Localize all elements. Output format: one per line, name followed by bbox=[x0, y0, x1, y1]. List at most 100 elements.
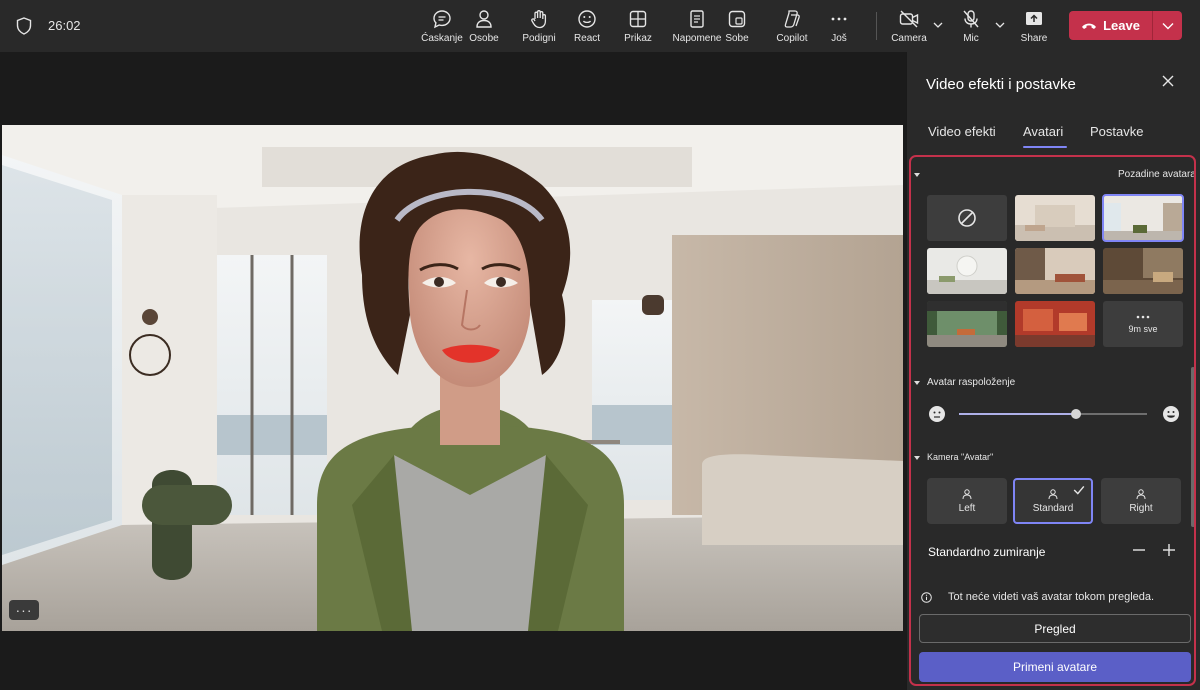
copilot-label: Copilot bbox=[776, 33, 808, 44]
close-icon[interactable] bbox=[1161, 74, 1175, 88]
leave-button[interactable]: Leave bbox=[1069, 11, 1152, 40]
camera-left-button[interactable]: Left bbox=[927, 478, 1007, 524]
chevron-down-icon bbox=[1162, 22, 1173, 29]
more-dots-icon bbox=[831, 17, 847, 21]
meeting-timer: 26:02 bbox=[48, 18, 81, 33]
camera-right-button[interactable]: Right bbox=[1101, 478, 1181, 524]
tab-video-effects[interactable]: Video efekti bbox=[928, 124, 996, 139]
preview-button[interactable]: Pregled bbox=[919, 614, 1191, 643]
view-button[interactable]: Prikaz bbox=[623, 6, 653, 48]
collapse-caret-icon[interactable] bbox=[914, 381, 920, 385]
none-icon bbox=[958, 209, 976, 227]
camera-button[interactable]: Camera bbox=[891, 6, 927, 48]
camera-left-label: Left bbox=[958, 503, 976, 514]
mood-slider-fill bbox=[959, 413, 1076, 415]
collapse-caret-icon[interactable] bbox=[914, 173, 920, 177]
background-tile[interactable] bbox=[927, 248, 1007, 294]
camera-standard-button[interactable]: Standard bbox=[1013, 478, 1093, 524]
leave-label: Leave bbox=[1103, 18, 1140, 33]
no-background-tile[interactable] bbox=[927, 195, 1007, 241]
notes-icon bbox=[690, 10, 704, 28]
person-camera-icon bbox=[1136, 489, 1146, 500]
mood-slider-thumb[interactable] bbox=[1070, 409, 1081, 419]
rooms-button[interactable]: Sobe bbox=[724, 6, 750, 48]
rooms-label: Sobe bbox=[725, 33, 749, 44]
neutral-face-icon bbox=[929, 406, 945, 422]
video-more-options-button[interactable]: ··· bbox=[9, 600, 39, 620]
hang-up-icon bbox=[1082, 23, 1097, 29]
meeting-toolbar: 26:02 Ćaskanje Osobe Podigni React Prika… bbox=[0, 0, 1200, 52]
zoom-in-icon[interactable] bbox=[1162, 543, 1176, 557]
panel-scrollbar[interactable] bbox=[1191, 367, 1194, 527]
background-thumbnail bbox=[1015, 195, 1095, 241]
see-all-label: 9m sve bbox=[1128, 324, 1158, 334]
people-button[interactable]: Osobe bbox=[468, 6, 500, 48]
background-tile[interactable] bbox=[1103, 248, 1183, 294]
person-camera-icon bbox=[1048, 489, 1058, 500]
people-label: Osobe bbox=[469, 33, 499, 44]
info-icon bbox=[921, 591, 932, 603]
mood-slider[interactable] bbox=[959, 409, 1147, 419]
rooms-icon bbox=[728, 10, 746, 28]
copilot-button[interactable]: Copilot bbox=[773, 6, 811, 48]
notes-button[interactable]: Napomene bbox=[672, 6, 722, 48]
info-text: Tot neće videti vaš avatar tokom pregled… bbox=[948, 591, 1155, 603]
toolbar-divider bbox=[876, 12, 877, 40]
copilot-icon bbox=[784, 10, 800, 28]
background-tile[interactable] bbox=[1015, 248, 1095, 294]
share-label: Share bbox=[1020, 33, 1048, 44]
camera-title: Kamera "Avatar" bbox=[927, 452, 994, 462]
meeting-stage: ··· bbox=[0, 52, 906, 690]
tab-avatars[interactable]: Avatari bbox=[1023, 124, 1063, 139]
leave-options-button[interactable] bbox=[1153, 11, 1182, 40]
video-effects-panel: Video efekti i postavke Video efekti Ava… bbox=[906, 52, 1200, 690]
background-tile-selected[interactable] bbox=[1102, 194, 1184, 242]
zoom-out-icon[interactable] bbox=[1132, 543, 1146, 557]
chat-label: Ćaskanje bbox=[421, 33, 463, 44]
background-tile[interactable] bbox=[1015, 195, 1095, 241]
notes-label: Napomene bbox=[672, 33, 722, 44]
more-dots-icon bbox=[1136, 315, 1150, 319]
people-icon bbox=[476, 10, 492, 28]
tab-settings[interactable]: Postavke bbox=[1090, 124, 1143, 139]
backgrounds-title: Pozadine avatara bbox=[1118, 169, 1196, 180]
background-tile[interactable] bbox=[927, 301, 1007, 347]
background-thumbnail bbox=[927, 301, 1007, 347]
see-all-backgrounds-button[interactable]: 9m sve bbox=[1103, 301, 1183, 347]
raise-hand-button[interactable]: Podigni bbox=[521, 6, 557, 48]
more-label: Još bbox=[831, 33, 847, 44]
react-label: React bbox=[573, 33, 601, 44]
background-thumbnail bbox=[1015, 248, 1095, 294]
camera-options-chevron-icon[interactable] bbox=[933, 20, 943, 30]
react-button[interactable]: React bbox=[572, 6, 602, 48]
chat-icon bbox=[433, 10, 451, 29]
mic-options-chevron-icon[interactable] bbox=[995, 20, 1005, 30]
camera-label: Camera bbox=[891, 33, 927, 44]
avatar-settings-section: Pozadine avatara 9m sve Avatar raspolože… bbox=[909, 155, 1196, 686]
view-label: Prikaz bbox=[624, 33, 652, 44]
mic-label: Mic bbox=[963, 33, 979, 44]
mic-off-icon bbox=[963, 10, 979, 28]
active-tab-indicator bbox=[1023, 146, 1067, 148]
collapse-caret-icon[interactable] bbox=[914, 456, 920, 460]
share-icon bbox=[1026, 12, 1042, 25]
background-thumbnail bbox=[1103, 195, 1183, 241]
avatar-video-feed bbox=[2, 125, 903, 631]
mood-title: Avatar raspoloženje bbox=[927, 377, 1016, 388]
avatar-scene bbox=[2, 125, 903, 631]
camera-off-icon bbox=[899, 10, 919, 28]
preview-info: Tot neće videti vaš avatar tokom pregled… bbox=[921, 591, 1154, 603]
zoom-label: Standardno zumiranje bbox=[928, 545, 1046, 559]
background-tile[interactable] bbox=[1015, 301, 1095, 347]
leave-button-group: Leave bbox=[1069, 11, 1182, 40]
background-thumbnail bbox=[1103, 248, 1183, 294]
checkmark-icon bbox=[1073, 485, 1085, 495]
share-button[interactable]: Share bbox=[1019, 6, 1049, 48]
more-button[interactable]: Još bbox=[830, 6, 848, 48]
camera-right-label: Right bbox=[1129, 503, 1153, 514]
grid-icon bbox=[629, 10, 647, 28]
chat-button[interactable]: Ćaskanje bbox=[421, 6, 463, 48]
apply-avatar-button[interactable]: Primeni avatare bbox=[919, 652, 1191, 682]
person-camera-icon bbox=[962, 489, 972, 500]
mic-button[interactable]: Mic bbox=[960, 6, 982, 48]
